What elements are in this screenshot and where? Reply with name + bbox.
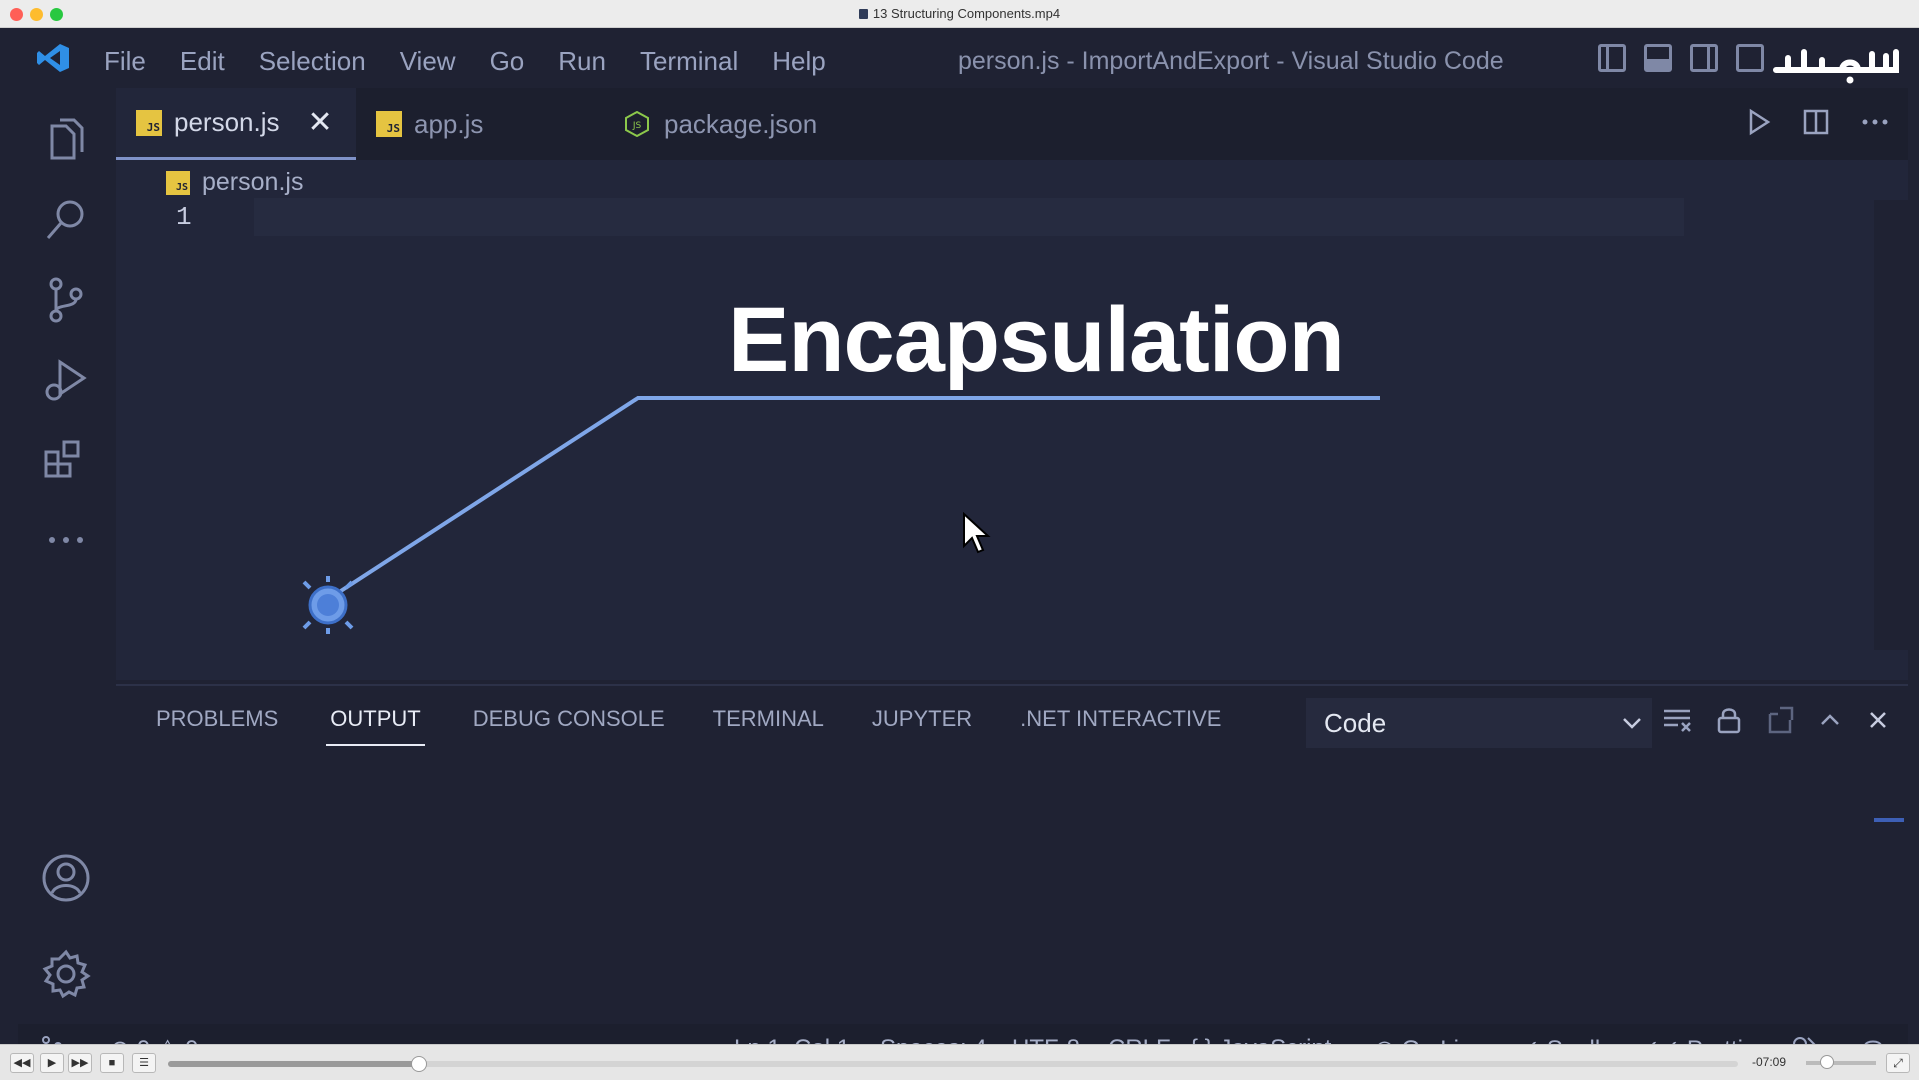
tab-person-js[interactable]: JS person.js ✕ [116, 88, 356, 160]
vscode-title-bar: File Edit Selection View Go Run Terminal… [18, 28, 1908, 88]
editor-actions [1746, 108, 1890, 136]
tab-jupyter[interactable]: JUPYTER [872, 706, 972, 746]
run-and-debug-icon[interactable] [38, 352, 94, 408]
video-title: 13 Structuring Components.mp4 [0, 6, 1919, 21]
output-channel-value: Code [1324, 707, 1387, 738]
lock-scroll-icon[interactable] [1716, 706, 1742, 734]
customize-layout-icon[interactable] [1736, 44, 1764, 72]
tab-terminal[interactable]: TERMINAL [713, 706, 824, 746]
extensions-icon[interactable] [38, 432, 94, 488]
volume-slider[interactable] [1806, 1061, 1876, 1065]
watermark-logo-mark [1773, 49, 1899, 84]
menu-help[interactable]: Help [772, 46, 825, 77]
tab-app-js[interactable]: JS app.js [356, 88, 604, 160]
maximize-panel-icon[interactable] [1818, 708, 1842, 732]
encapsulation-overlay-title: Encapsulation [728, 289, 1345, 391]
panel-tabs: PROBLEMS OUTPUT DEBUG CONSOLE TERMINAL J… [156, 706, 1269, 746]
mouse-cursor-icon [963, 512, 991, 554]
stop-button[interactable]: ■ [100, 1053, 124, 1073]
panel-actions [1662, 706, 1890, 734]
menu-file[interactable]: File [104, 46, 146, 77]
output-channel-select[interactable]: Code [1306, 698, 1652, 748]
open-in-editor-icon[interactable] [1766, 706, 1794, 734]
vscode-logo-icon [37, 44, 69, 72]
fast-forward-button[interactable]: ▶▶ [68, 1053, 92, 1073]
explorer-icon[interactable] [38, 112, 94, 168]
window-title: person.js - ImportAndExport - Visual Stu… [958, 47, 1504, 75]
menu-view[interactable]: View [400, 46, 456, 77]
search-icon[interactable] [38, 192, 94, 248]
playlist-button[interactable]: ☰ [132, 1053, 156, 1073]
js-file-icon: JS [136, 109, 162, 136]
menu-selection[interactable]: Selection [259, 46, 366, 77]
tab-label: person.js [174, 107, 280, 137]
current-line-highlight [254, 198, 1684, 236]
play-button[interactable]: ▶ [40, 1053, 64, 1073]
mac-title-bar: 13 Structuring Components.mp4 [0, 0, 1919, 28]
seek-knob[interactable] [411, 1056, 428, 1072]
panel-scroll-indicator [1874, 818, 1904, 822]
bottom-panel: PROBLEMS OUTPUT DEBUG CONSOLE TERMINAL J… [116, 684, 1908, 1024]
accounts-icon[interactable] [38, 850, 94, 906]
toggle-panel-icon[interactable] [1644, 44, 1672, 72]
split-editor-icon[interactable] [1802, 108, 1830, 136]
more-actions-icon[interactable] [1860, 108, 1890, 136]
editor-area[interactable]: JS person.js 1 [116, 160, 1908, 680]
clear-output-icon[interactable] [1662, 707, 1692, 733]
menu-terminal[interactable]: Terminal [640, 46, 738, 77]
editor-tab-bar: JS person.js ✕ JS app.js JS package.json [116, 88, 1908, 160]
nodejs-icon: JS [625, 111, 649, 137]
close-panel-icon[interactable] [1866, 708, 1890, 732]
chevron-down-icon [1623, 718, 1641, 729]
seek-bar-progress [168, 1061, 420, 1067]
tab-net-interactive[interactable]: .NET INTERACTIVE [1020, 706, 1221, 746]
editor-scrollbar[interactable] [1874, 200, 1908, 650]
toggle-primary-sidebar-icon[interactable] [1598, 44, 1626, 72]
video-file-icon [858, 9, 868, 19]
menu-go[interactable]: Go [490, 46, 525, 77]
volume-knob[interactable] [1820, 1055, 1834, 1069]
layout-controls [1598, 44, 1764, 72]
close-tab-icon[interactable]: ✕ [308, 105, 333, 140]
activity-bar [18, 88, 116, 1024]
tab-debug-console[interactable]: DEBUG CONSOLE [473, 706, 665, 746]
more-icon[interactable] [38, 512, 94, 568]
line-number: 1 [176, 202, 192, 232]
source-control-icon[interactable] [38, 272, 94, 328]
menu-edit[interactable]: Edit [180, 46, 225, 77]
tab-package-json[interactable]: JS package.json [604, 88, 876, 160]
settings-gear-icon[interactable] [38, 946, 94, 1002]
watermark-logo [1768, 38, 1908, 88]
breadcrumb-file[interactable]: person.js [202, 168, 303, 197]
fullscreen-button[interactable]: ⤢ [1886, 1053, 1910, 1073]
tab-output[interactable]: OUTPUT [326, 706, 425, 746]
js-file-icon: JS [166, 170, 190, 195]
tab-label: app.js [414, 108, 484, 139]
menu-run[interactable]: Run [558, 46, 606, 77]
svg-text:JS: JS [632, 121, 642, 131]
tab-label: package.json [664, 108, 818, 139]
time-remaining: -07:09 [1752, 1055, 1787, 1069]
run-code-icon[interactable] [1746, 108, 1772, 136]
menu-bar: File Edit Selection View Go Run Terminal… [104, 46, 860, 77]
video-title-text: 13 Structuring Components.mp4 [872, 6, 1061, 21]
js-file-icon: JS [376, 111, 402, 137]
toggle-secondary-sidebar-icon[interactable] [1690, 44, 1718, 72]
video-player-controls: ◀◀ ▶ ▶▶ ■ ☰ -07:09 ⤢ [0, 1044, 1919, 1080]
rewind-button[interactable]: ◀◀ [10, 1053, 34, 1073]
tab-problems[interactable]: PROBLEMS [156, 706, 278, 746]
breadcrumb[interactable]: JS person.js [166, 168, 303, 197]
